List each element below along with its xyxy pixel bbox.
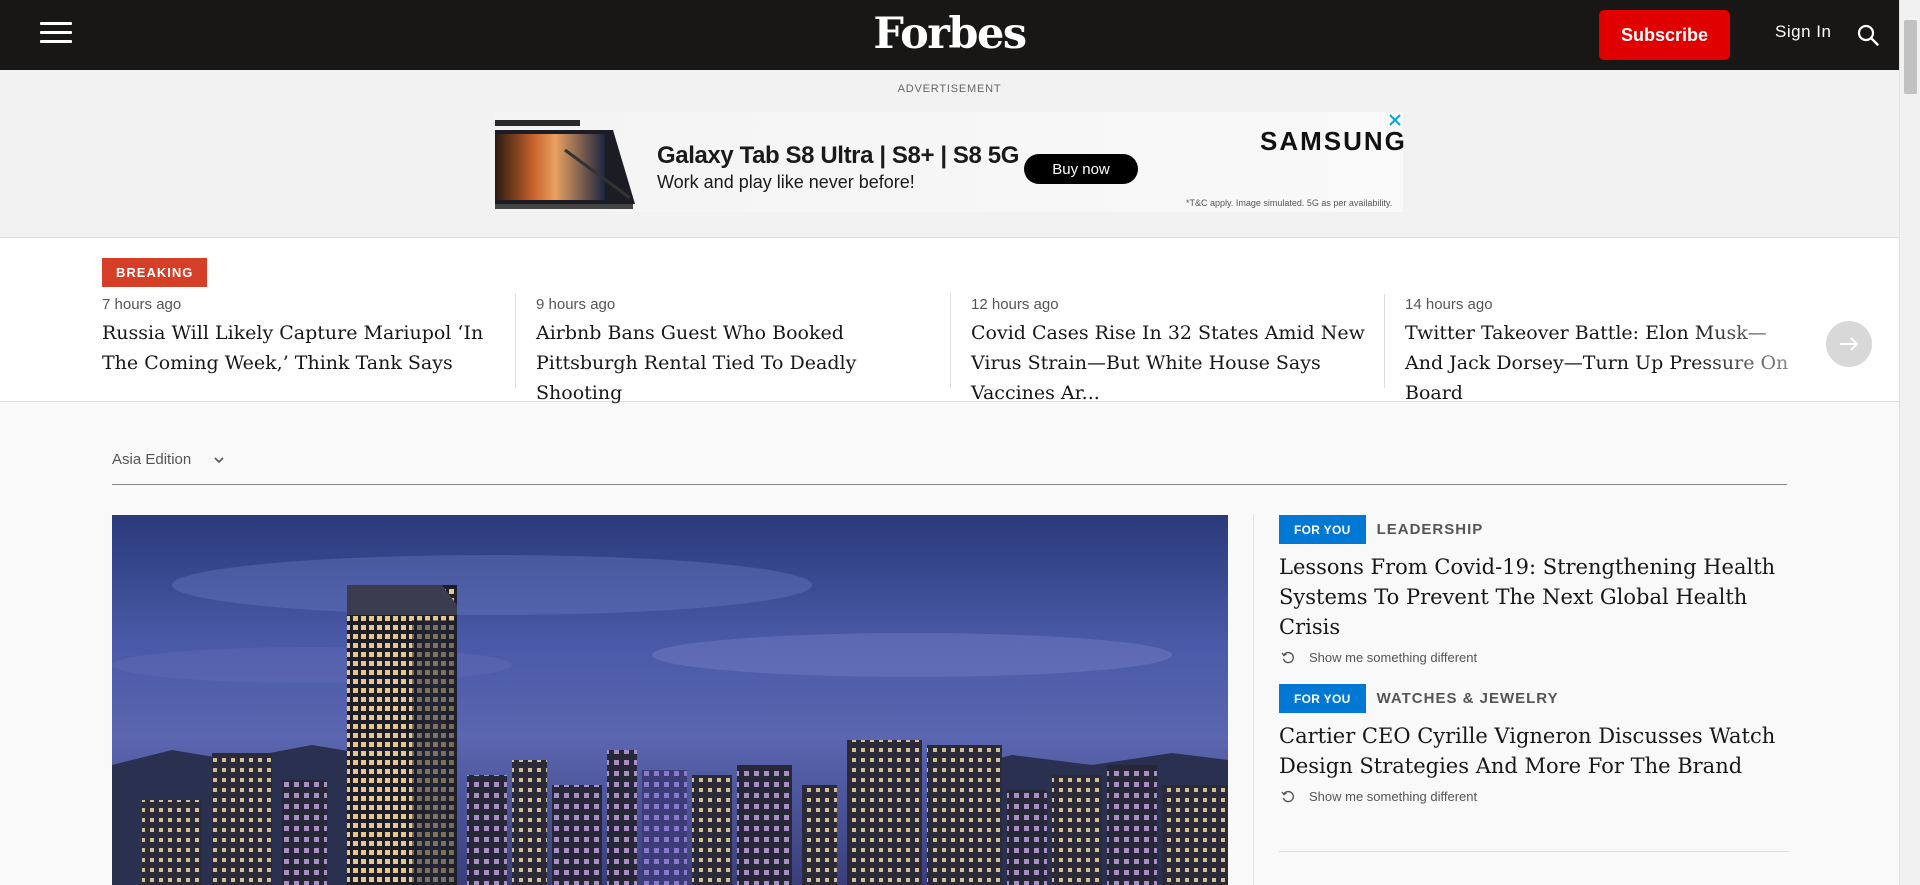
refresh-icon [1281, 790, 1294, 802]
ad-subtitle: Work and play like never before! [657, 172, 915, 192]
show-something-different-button[interactable]: Show me something different [1279, 789, 1789, 804]
story-divider [950, 294, 951, 388]
story-category-link[interactable]: WATCHES & JEWELRY [1377, 690, 1559, 707]
for-you-badge: FOR YOU [1279, 684, 1366, 713]
story-time: 9 hours ago [536, 296, 616, 313]
side-story-divider [1279, 851, 1789, 852]
story-headline[interactable]: Russia Will Likely Capture Mariupol ‘In … [102, 318, 502, 378]
city-skyline-image [112, 515, 1228, 885]
story-divider [1384, 294, 1385, 388]
tablet-image [495, 120, 635, 209]
page-scrollbar[interactable] [1899, 0, 1920, 885]
story-headline[interactable]: Cartier CEO Cyrille Vigneron Discusses W… [1279, 721, 1789, 781]
breaking-story[interactable]: 7 hours ago Russia Will Likely Capture M… [102, 293, 502, 387]
breaking-badge: BREAKING [102, 258, 208, 287]
site-header: Forbes Subscribe Sign In [0, 0, 1899, 70]
story-category-link[interactable]: LEADERSHIP [1377, 521, 1484, 538]
hamburger-menu-icon[interactable] [40, 22, 72, 46]
refresh-icon [1281, 651, 1294, 663]
edition-divider [112, 484, 1787, 485]
chevron-down-icon [214, 456, 224, 463]
advertisement-area: ADVERTISEMENT Galaxy Tab S8 Ultra | S8+ … [0, 70, 1899, 238]
side-story[interactable]: FOR YOU LEADERSHIP Lessons From Covid-19… [1279, 515, 1789, 665]
ad-buy-now-button[interactable]: Buy now [1024, 154, 1138, 184]
show-something-different-label: Show me something different [1309, 789, 1478, 804]
arrow-right-icon [1840, 337, 1859, 351]
search-icon[interactable] [1856, 23, 1880, 47]
carousel-next-button[interactable] [1826, 321, 1872, 367]
hero-image[interactable] [112, 515, 1228, 885]
story-time: 12 hours ago [971, 296, 1059, 313]
story-time: 7 hours ago [102, 296, 182, 313]
show-something-different-button[interactable]: Show me something different [1279, 650, 1789, 665]
story-headline[interactable]: Airbnb Bans Guest Who Booked Pittsburgh … [536, 318, 936, 408]
breaking-news-bar: BREAKING 7 hours ago Russia Will Likely … [0, 239, 1899, 404]
breaking-story[interactable]: 12 hours ago Covid Cases Rise In 32 Stat… [971, 293, 1376, 404]
edition-label: Asia Edition [112, 451, 192, 468]
column-divider [1253, 515, 1254, 885]
ad-banner[interactable]: Galaxy Tab S8 Ultra | S8+ | S8 5G Work a… [495, 112, 1405, 212]
show-something-different-label: Show me something different [1309, 650, 1478, 665]
story-headline[interactable]: Lessons From Covid-19: Strengthening Hea… [1279, 552, 1789, 642]
story-headline[interactable]: Covid Cases Rise In 32 States Amid New V… [971, 318, 1376, 408]
story-time: 14 hours ago [1405, 296, 1493, 313]
ad-brand-logo: SAMSUNG [1260, 126, 1407, 156]
subscribe-button[interactable]: Subscribe [1599, 10, 1730, 60]
ad-fineprint: *T&C apply. Image simulated. 5G as per a… [1186, 198, 1393, 208]
breaking-story[interactable]: 9 hours ago Airbnb Bans Guest Who Booked… [536, 293, 936, 404]
sign-in-link[interactable]: Sign In [1775, 22, 1831, 42]
breaking-story[interactable]: 14 hours ago Twitter Takeover Battle: El… [1405, 293, 1795, 404]
ad-label: ADVERTISEMENT [897, 83, 1002, 95]
story-divider [515, 294, 516, 388]
side-story[interactable]: FOR YOU WATCHES & JEWELRY Cartier CEO Cy… [1279, 684, 1789, 804]
scrollbar-thumb[interactable] [1904, 20, 1917, 94]
ad-close-icon[interactable] [1387, 112, 1403, 128]
story-headline[interactable]: Twitter Takeover Battle: Elon Musk—And J… [1405, 318, 1795, 408]
for-you-badge: FOR YOU [1279, 515, 1366, 544]
edition-selector[interactable]: Asia Edition [112, 451, 225, 468]
ad-title: Galaxy Tab S8 Ultra | S8+ | S8 5G [657, 142, 1019, 169]
